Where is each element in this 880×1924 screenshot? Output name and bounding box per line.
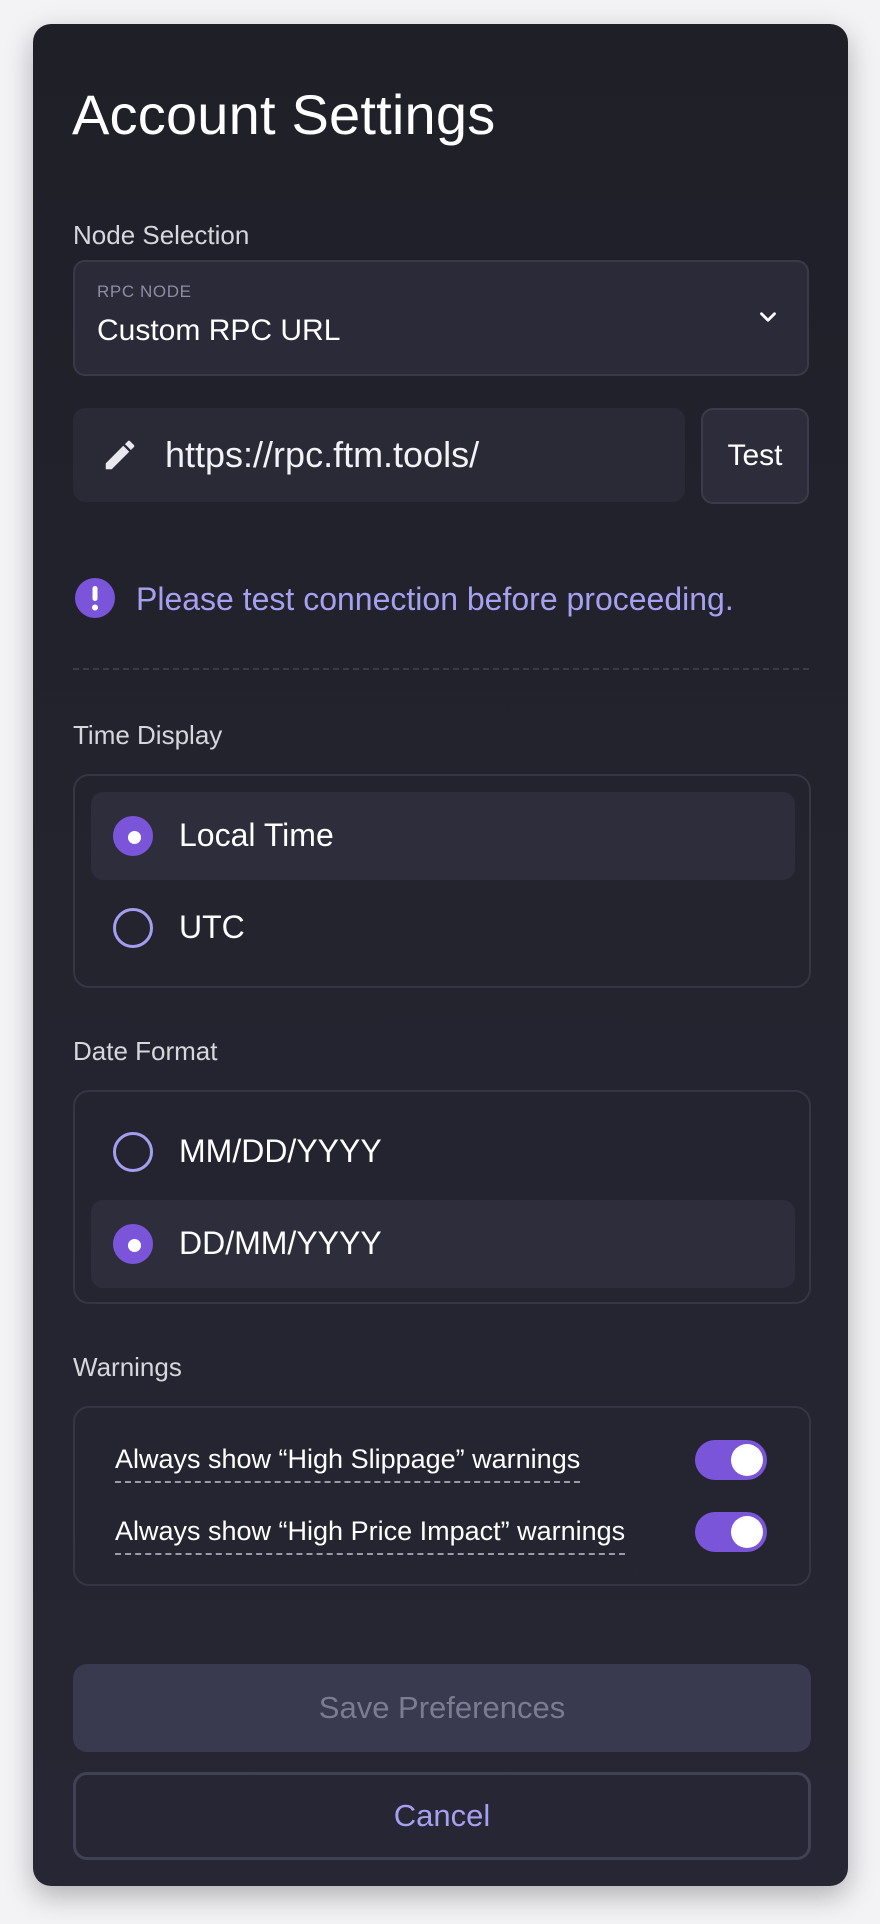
cancel-button[interactable]: Cancel <box>73 1772 811 1860</box>
date-option-label: DD/MM/YYYY <box>179 1225 382 1261</box>
high-slippage-warning-label: Always show “High Slippage” warnings <box>115 1444 581 1483</box>
date-option-ddmmyyyy[interactable]: DD/MM/YYYY <box>91 1200 795 1288</box>
test-connection-button[interactable]: Test <box>701 408 809 504</box>
radio-unselected-icon <box>113 1132 153 1172</box>
time-display-label: Time Display <box>73 720 223 750</box>
radio-selected-icon <box>113 816 153 856</box>
toggle-knob <box>731 1444 763 1476</box>
time-option-label: Local Time <box>179 817 334 853</box>
high-price-impact-toggle[interactable] <box>695 1512 767 1552</box>
node-selection-label: Node Selection <box>73 220 250 250</box>
rpc-url-field[interactable] <box>73 408 685 502</box>
date-option-mmddyyyy[interactable]: MM/DD/YYYY <box>91 1108 795 1196</box>
save-preferences-button[interactable]: Save Preferences <box>73 1664 811 1752</box>
rpc-node-select-value: Custom RPC URL <box>97 314 341 347</box>
radio-unselected-icon <box>113 908 153 948</box>
date-format-label: Date Format <box>73 1036 218 1066</box>
high-price-impact-warning-label: Always show “High Price Impact” warnings <box>115 1516 626 1555</box>
date-format-group: MM/DD/YYYY DD/MM/YYYY <box>73 1090 811 1304</box>
toggle-knob <box>731 1516 763 1548</box>
connection-warning-text: Please test connection before proceeding… <box>136 581 734 617</box>
warnings-label: Warnings <box>73 1352 182 1382</box>
high-slippage-toggle[interactable] <box>695 1440 767 1480</box>
pencil-icon <box>105 440 135 470</box>
chevron-down-icon <box>760 312 776 322</box>
date-option-label: MM/DD/YYYY <box>179 1133 382 1169</box>
rpc-node-select[interactable]: RPC NODE Custom RPC URL <box>73 260 809 376</box>
time-option-utc[interactable]: UTC <box>91 884 795 972</box>
exclamation-circle-icon <box>75 578 115 618</box>
time-display-group: Local Time UTC <box>73 774 811 988</box>
section-divider <box>73 668 809 670</box>
rpc-node-select-label: RPC NODE <box>97 282 192 301</box>
page-title: Account Settings <box>72 83 496 146</box>
rpc-url-input[interactable] <box>165 430 665 480</box>
warnings-group: Always show “High Slippage” warnings Alw… <box>73 1406 811 1586</box>
time-option-label: UTC <box>179 909 245 945</box>
radio-selected-icon <box>113 1224 153 1264</box>
account-settings-modal: Account Settings Node Selection RPC NODE… <box>33 24 848 1886</box>
time-option-local[interactable]: Local Time <box>91 792 795 880</box>
